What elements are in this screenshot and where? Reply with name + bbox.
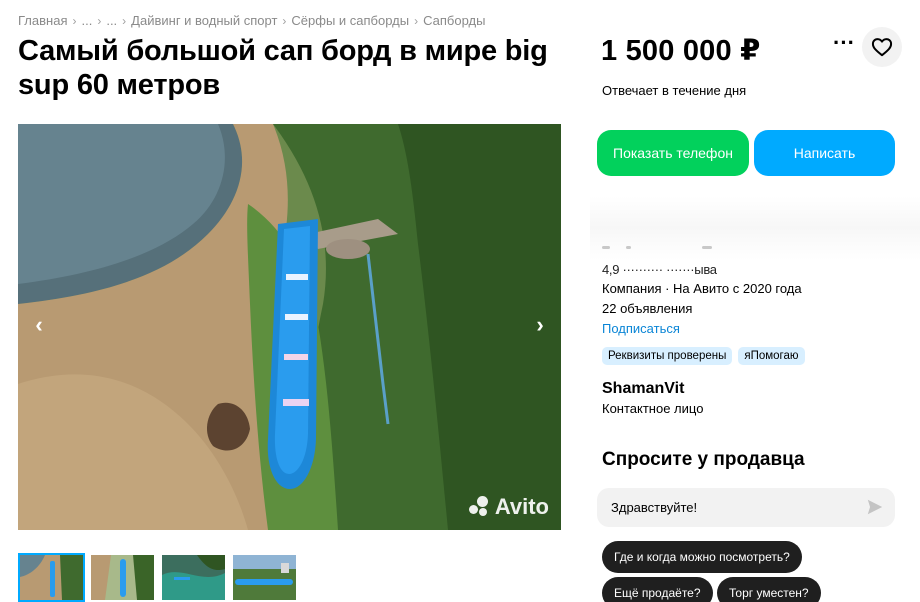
- gallery-next-button[interactable]: ›: [529, 314, 551, 336]
- contact-role: Контактное лицо: [602, 401, 704, 416]
- thumbnail[interactable]: [231, 553, 298, 602]
- quick-question-chip[interactable]: Торг уместен?: [717, 577, 821, 602]
- thumbnail-strip: [18, 553, 298, 602]
- photo-gallery[interactable]: ‹ › Avito: [18, 124, 561, 530]
- breadcrumb-separator: ›: [72, 13, 77, 28]
- quick-question-chip[interactable]: Где и когда можно посмотреть?: [602, 541, 802, 573]
- thumbnail[interactable]: [160, 553, 227, 602]
- breadcrumb-separator: ›: [414, 13, 419, 28]
- write-message-button[interactable]: Написать: [754, 130, 895, 176]
- breadcrumb-diving[interactable]: Дайвинг и водный спорт: [131, 13, 277, 28]
- badge-verified[interactable]: Реквизиты проверены: [602, 347, 733, 365]
- seller-ads-count[interactable]: 22 объявления: [602, 301, 692, 316]
- seller-rating[interactable]: 4,9 ·········· ·······ыва: [602, 262, 717, 277]
- contact-name[interactable]: ShamanVit: [602, 380, 684, 398]
- seller-blurred-area: [590, 196, 920, 260]
- subscribe-link[interactable]: Подписаться: [602, 321, 680, 336]
- ask-seller-title: Спросите у продавца: [602, 449, 805, 470]
- breadcrumb-separator: ›: [122, 13, 127, 28]
- watermark-text: Avito: [494, 494, 549, 519]
- seller-badges: Реквизиты проверены яПомогаю: [602, 347, 805, 365]
- show-phone-button[interactable]: Показать телефон: [597, 130, 749, 176]
- breadcrumb-supboards[interactable]: Сапборды: [423, 13, 485, 28]
- reply-time-note: Отвечает в течение дня: [602, 83, 747, 98]
- breadcrumb-surfs[interactable]: Сёрфы и сапборды: [291, 13, 409, 28]
- listing-price: 1 500 000 ₽: [601, 35, 761, 67]
- main-photo: [18, 124, 561, 530]
- breadcrumb-item[interactable]: ...: [106, 13, 117, 28]
- seller-type: Компания · На Авито с 2020 года: [602, 281, 802, 296]
- listing-title: Самый большой сап борд в мире big sup 60…: [18, 35, 548, 101]
- quick-question-chip[interactable]: Ещё продаёте?: [602, 577, 713, 602]
- heart-icon: [871, 38, 893, 57]
- send-icon[interactable]: [866, 498, 884, 516]
- breadcrumb-separator: ›: [282, 13, 287, 28]
- badge-yapomogayu[interactable]: яПомогаю: [738, 347, 805, 365]
- thumbnail[interactable]: [18, 553, 85, 602]
- ask-seller-input[interactable]: [597, 488, 895, 527]
- breadcrumb: Главная › ... › ... › Дайвинг и водный с…: [18, 13, 485, 28]
- favorite-button[interactable]: [862, 27, 902, 67]
- avito-logo-icon: [468, 496, 491, 518]
- gallery-prev-button[interactable]: ‹: [28, 314, 50, 336]
- more-options-icon[interactable]: ···: [832, 32, 856, 59]
- breadcrumb-home[interactable]: Главная: [18, 13, 67, 28]
- thumbnail[interactable]: [89, 553, 156, 602]
- breadcrumb-separator: ›: [97, 13, 102, 28]
- avito-watermark: Avito: [468, 494, 549, 520]
- breadcrumb-item[interactable]: ...: [81, 13, 92, 28]
